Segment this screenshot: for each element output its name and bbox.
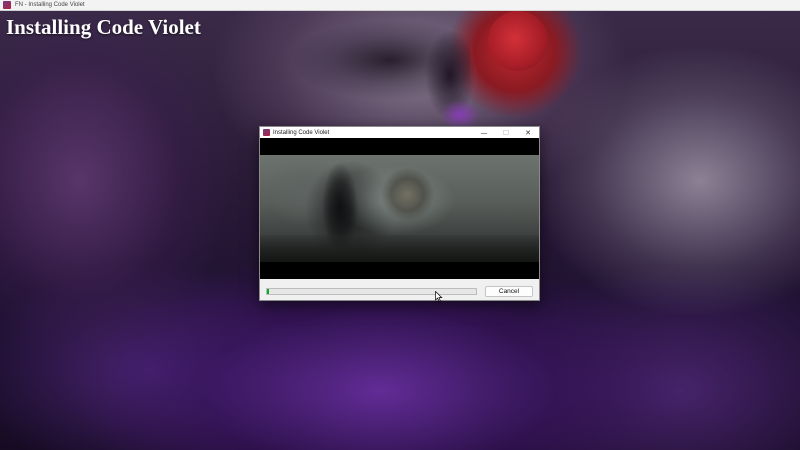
video-player bbox=[260, 138, 539, 279]
video-ground bbox=[260, 235, 539, 262]
dialog-titlebar: Installing Code Violet — ☐ ✕ bbox=[260, 127, 539, 138]
outer-window-title: FN - Installing Code Violet bbox=[15, 2, 85, 8]
install-progress-fill bbox=[267, 289, 269, 294]
outer-window-titlebar: FN - Installing Code Violet bbox=[0, 0, 800, 11]
install-progress-bar bbox=[266, 288, 477, 295]
mouse-pointer-icon bbox=[435, 291, 443, 302]
maximize-button[interactable]: ☐ bbox=[495, 127, 517, 138]
video-creature-figure bbox=[380, 167, 435, 222]
page-title: Installing Code Violet bbox=[6, 15, 201, 39]
dialog-title: Installing Code Violet bbox=[273, 129, 330, 136]
video-frame bbox=[260, 155, 539, 262]
app-icon bbox=[263, 129, 270, 136]
close-button[interactable]: ✕ bbox=[517, 127, 539, 138]
dialog-controls: Cancel bbox=[260, 279, 539, 300]
background-red-moon bbox=[488, 11, 548, 71]
minimize-button[interactable]: — bbox=[473, 127, 495, 138]
installer-dialog: Installing Code Violet — ☐ ✕ Cancel bbox=[259, 126, 540, 301]
cancel-button[interactable]: Cancel bbox=[485, 286, 533, 297]
app-icon bbox=[3, 1, 11, 9]
